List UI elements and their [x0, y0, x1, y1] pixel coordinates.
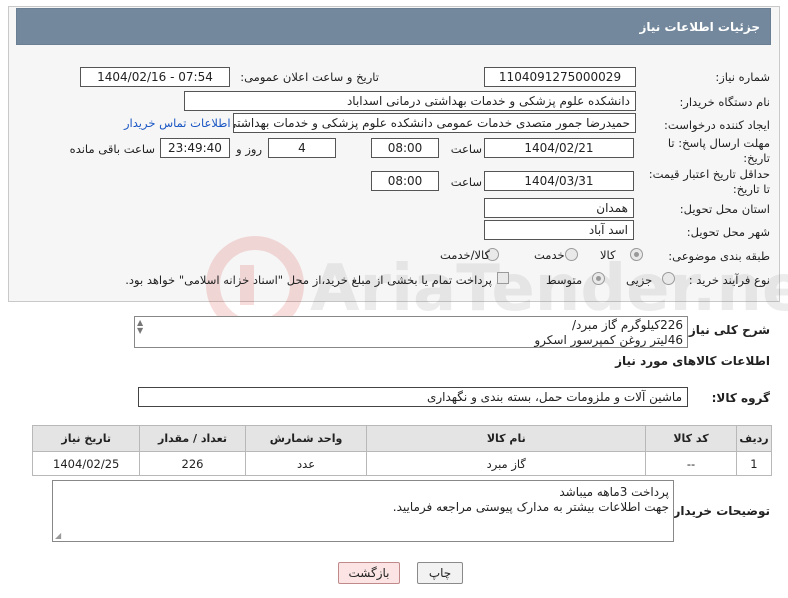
goods-table-header: ردیف کد کالا نام کالا واحد شمارش تعداد /… — [31, 425, 773, 452]
buyer-notes-textarea[interactable]: پرداخت 3ماهه میباشد جهت اطلاعات بیشتر به… — [52, 480, 674, 542]
description-label: شرح کلی نیاز: — [684, 323, 770, 337]
cell-qty: 226 — [139, 451, 246, 476]
col-index: ردیف — [735, 425, 773, 452]
buyer-field: دانشکده علوم پزشکی و خدمات بهداشتی درمان… — [184, 91, 636, 111]
price-validity-time-field: 08:00 — [371, 171, 439, 191]
cell-name: گاز مبرد — [366, 451, 647, 476]
reply-time-label: ساعت — [450, 142, 482, 156]
category-option-goods: کالا — [600, 248, 616, 262]
goods-group-field: ماشین آلات و ملزومات حمل، بسته بندی و نگ… — [138, 387, 688, 407]
print-button[interactable]: چاپ — [417, 562, 463, 584]
reply-time-field: 08:00 — [371, 138, 439, 158]
category-option-goods-service: کالا/خدمت — [440, 248, 491, 262]
city-field: اسد آباد — [484, 220, 634, 240]
buyer-notes-line-1: پرداخت 3ماهه میباشد — [559, 485, 669, 499]
reply-deadline-label-2: تاریخ: — [743, 151, 770, 165]
description-line-2: 46لیتر روغن کمپرسور اسکرو — [534, 333, 683, 347]
back-button[interactable]: بازگشت — [338, 562, 400, 584]
buyer-notes-label: توضیحات خریدار: — [668, 504, 770, 518]
table-row: 1 -- گاز مبرد عدد 226 1404/02/25 — [31, 451, 773, 476]
col-qty: تعداد / مقدار — [139, 425, 246, 452]
resize-grip-icon[interactable]: ◢ — [55, 531, 61, 540]
purchase-type-option-medium: متوسط — [546, 273, 583, 287]
price-validity-time-label: ساعت — [450, 175, 482, 189]
need-number-label: شماره نیاز: — [715, 70, 770, 84]
col-name: نام کالا — [366, 425, 647, 452]
col-code: کد کالا — [645, 425, 737, 452]
announce-field: 1404/02/16 - 07:54 — [80, 67, 230, 87]
scroll-arrows-icon[interactable]: ▲ ▼ — [137, 319, 143, 335]
need-number-field: 1104091275000029 — [484, 67, 636, 87]
buyer-contact-link[interactable]: اطلاعات تماس خریدار — [124, 116, 231, 130]
province-field: همدان — [484, 198, 634, 218]
remaining-label: ساعت باقی مانده — [69, 142, 155, 156]
category-option-service: خدمت — [534, 248, 565, 262]
panel-title: جزئیات اطلاعات نیاز — [639, 20, 760, 34]
province-label: استان محل تحویل: — [679, 202, 770, 216]
goods-section-title: اطلاعات کالاهای مورد نیاز — [615, 354, 770, 368]
reply-deadline-label-1: مهلت ارسال پاسخ: تا — [667, 136, 770, 150]
days-label: روز و — [236, 142, 262, 156]
description-textarea[interactable]: 226کیلوگرم گاز مبرد/ 46لیتر روغن کمپرسور… — [134, 316, 688, 348]
buyer-notes-line-2: جهت اطلاعات بیشتر به مدارک پیوستی مراجعه… — [392, 500, 669, 514]
creator-field: حمیدرضا جمور متصدی خدمات عمومی دانشکده ع… — [233, 113, 636, 133]
purchase-type-option-minor: جزیی — [626, 273, 653, 287]
col-date: تاریخ نیاز — [31, 425, 141, 452]
treasury-note: پرداخت تمام یا بخشی از مبلغ خرید،از محل … — [125, 273, 492, 287]
col-unit: واحد شمارش — [244, 425, 368, 452]
cell-unit: عدد — [244, 451, 368, 476]
goods-group-label: گروه کالا: — [711, 391, 770, 405]
price-validity-date-field: 1404/03/31 — [484, 171, 634, 191]
category-radio-goods[interactable] — [630, 248, 643, 261]
purchase-type-label: نوع فرآیند خرید : — [688, 273, 770, 287]
city-label: شهر محل تحویل: — [686, 225, 770, 239]
creator-label: ایجاد کننده درخواست: — [664, 118, 770, 132]
panel-header: جزئیات اطلاعات نیاز — [16, 8, 771, 45]
price-validity-label-1: حداقل تاریخ اعتبار قیمت: — [648, 167, 770, 181]
reply-date-field: 1404/02/21 — [484, 138, 634, 158]
watermark-text: AriaTender.neT — [310, 252, 788, 326]
cell-index: 1 — [735, 451, 773, 476]
cell-code: -- — [645, 451, 737, 476]
category-radio-service[interactable] — [565, 248, 578, 261]
announce-label: تاریخ و ساعت اعلان عمومی: — [240, 70, 379, 84]
goods-table: ردیف کد کالا نام کالا واحد شمارش تعداد /… — [31, 425, 773, 476]
treasury-checkbox[interactable] — [497, 272, 509, 284]
cell-date: 1404/02/25 — [31, 451, 141, 476]
days-field: 4 — [268, 138, 336, 158]
remaining-time-field: 23:49:40 — [160, 138, 230, 158]
buyer-label: نام دستگاه خریدار: — [679, 95, 770, 109]
price-validity-label-2: تا تاریخ: — [732, 182, 770, 196]
purchase-type-radio-minor[interactable] — [662, 272, 675, 285]
purchase-type-radio-medium[interactable] — [592, 272, 605, 285]
category-label: طبقه بندی موضوعی: — [668, 249, 770, 263]
description-line-1: 226کیلوگرم گاز مبرد/ — [571, 318, 683, 332]
